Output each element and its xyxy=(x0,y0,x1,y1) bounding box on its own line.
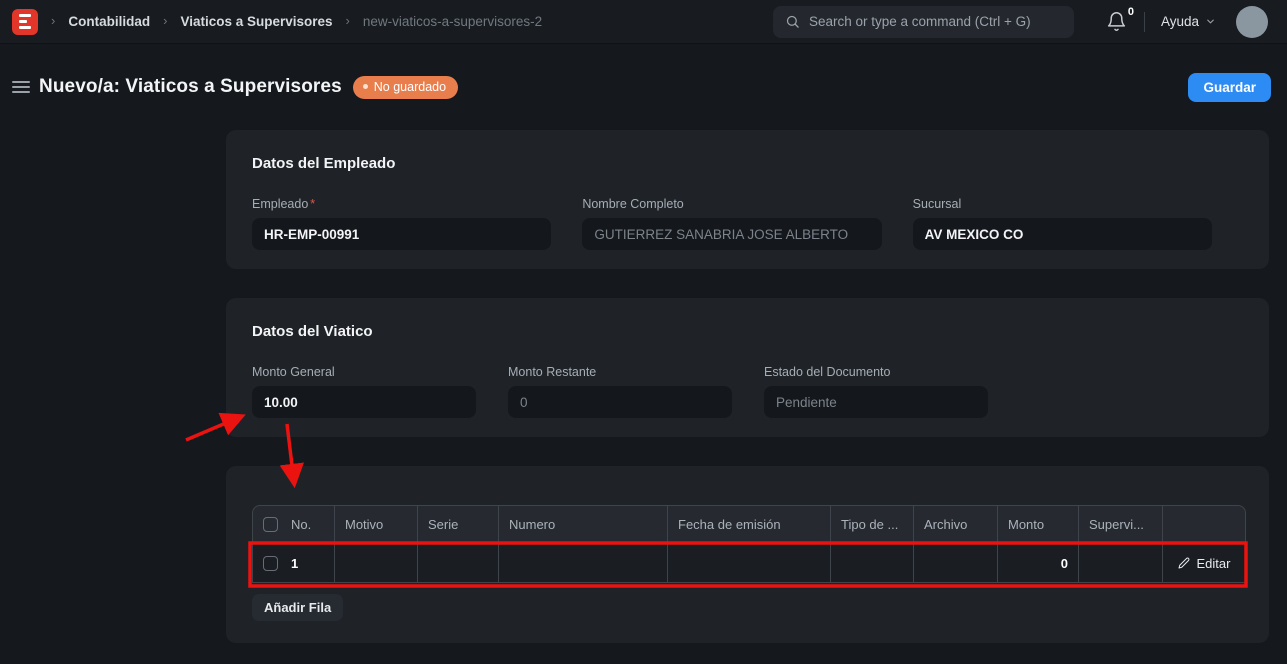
notification-count-badge: 0 xyxy=(1128,6,1134,18)
sidebar-toggle-icon[interactable] xyxy=(12,81,30,93)
required-asterisk: * xyxy=(310,197,315,211)
empleado-input[interactable] xyxy=(252,218,551,250)
col-monto: Monto xyxy=(997,505,1078,543)
row-checkbox[interactable] xyxy=(263,556,278,571)
col-supervisor: Supervi... xyxy=(1078,505,1162,543)
cell-supervisor[interactable] xyxy=(1078,543,1162,583)
chevron-down-icon xyxy=(1205,16,1216,27)
section-detalle-grid: No. Motivo Serie Numero Fecha de emisión… xyxy=(226,466,1269,643)
field-empleado: Empleado* xyxy=(252,197,551,250)
add-row-button[interactable]: Añadir Fila xyxy=(252,594,343,621)
breadcrumb-chevron-icon: › xyxy=(51,13,55,28)
col-motivo: Motivo xyxy=(334,505,417,543)
nombre-completo-input xyxy=(582,218,881,250)
page-title: Nuevo/a: Viaticos a Supervisores xyxy=(39,76,342,98)
breadcrumb-chevron-icon: › xyxy=(163,13,167,28)
edit-row-button[interactable]: Editar xyxy=(1173,556,1235,571)
cell-serie[interactable] xyxy=(417,543,498,583)
estado-documento-input xyxy=(764,386,988,418)
cell-monto[interactable]: 0 xyxy=(997,543,1078,583)
cell-fecha-de-emision[interactable] xyxy=(667,543,830,583)
detalle-table: No. Motivo Serie Numero Fecha de emisión… xyxy=(252,505,1246,583)
monto-restante-input xyxy=(508,386,732,418)
section-title: Datos del Viatico xyxy=(252,323,1243,340)
help-menu-label: Ayuda xyxy=(1161,14,1199,29)
col-no: No. xyxy=(291,517,311,532)
page-header: Nuevo/a: Viaticos a Supervisores No guar… xyxy=(0,72,1287,102)
monto-general-input[interactable] xyxy=(252,386,476,418)
navbar-divider xyxy=(1144,12,1145,32)
field-monto-restante: Monto Restante xyxy=(508,365,732,418)
col-archivo: Archivo xyxy=(913,505,997,543)
cell-archivo[interactable] xyxy=(913,543,997,583)
app-window: { "colors": { "accent_blue": "#2c8cf4", … xyxy=(0,0,1287,664)
field-nombre-completo: Nombre Completo xyxy=(582,197,881,250)
sucursal-input[interactable] xyxy=(913,218,1212,250)
field-sucursal: Sucursal xyxy=(913,197,1212,250)
breadcrumb-chevron-icon: › xyxy=(346,13,350,28)
cell-numero[interactable] xyxy=(498,543,667,583)
col-numero: Numero xyxy=(498,505,667,543)
search-icon xyxy=(785,14,800,29)
navbar: › Contabilidad › Viaticos a Supervisores… xyxy=(0,0,1287,44)
unsaved-status-badge: No guardado xyxy=(353,76,458,99)
search-placeholder: Search or type a command (Ctrl + G) xyxy=(809,14,1031,29)
status-dot-icon xyxy=(363,84,368,89)
notifications-button[interactable]: 0 xyxy=(1106,11,1128,33)
pencil-icon xyxy=(1178,557,1190,569)
help-menu-button[interactable]: Ayuda xyxy=(1159,10,1218,33)
section-datos-del-empleado: Datos del Empleado Empleado* Nombre Comp… xyxy=(226,130,1269,269)
col-tipo-de: Tipo de ... xyxy=(830,505,913,543)
form-body: Datos del Empleado Empleado* Nombre Comp… xyxy=(226,130,1269,643)
breadcrumb-current-doc: new-viaticos-a-supervisores-2 xyxy=(363,14,542,29)
section-datos-del-viatico: Datos del Viatico Monto General Monto Re… xyxy=(226,298,1269,437)
row-number: 1 xyxy=(291,556,298,571)
field-monto-general: Monto General xyxy=(252,365,476,418)
save-button[interactable]: Guardar xyxy=(1188,73,1271,102)
cell-tipo-de[interactable] xyxy=(830,543,913,583)
breadcrumb-viaticos-a-supervisores[interactable]: Viaticos a Supervisores xyxy=(180,14,332,29)
col-serie: Serie xyxy=(417,505,498,543)
global-search-input[interactable]: Search or type a command (Ctrl + G) xyxy=(773,6,1074,38)
erpnext-logo-icon[interactable] xyxy=(12,9,38,35)
cell-motivo[interactable] xyxy=(334,543,417,583)
table-header-row: No. Motivo Serie Numero Fecha de emisión… xyxy=(252,505,1246,543)
field-estado-del-documento: Estado del Documento xyxy=(764,365,988,418)
select-all-checkbox[interactable] xyxy=(263,517,278,532)
col-edit xyxy=(1162,505,1246,543)
breadcrumb-contabilidad[interactable]: Contabilidad xyxy=(68,14,150,29)
bell-icon xyxy=(1106,11,1128,32)
user-avatar[interactable] xyxy=(1236,6,1268,38)
table-row: 1 0 Editar xyxy=(252,543,1246,583)
section-title: Datos del Empleado xyxy=(252,155,1243,172)
col-fecha-de-emision: Fecha de emisión xyxy=(667,505,830,543)
